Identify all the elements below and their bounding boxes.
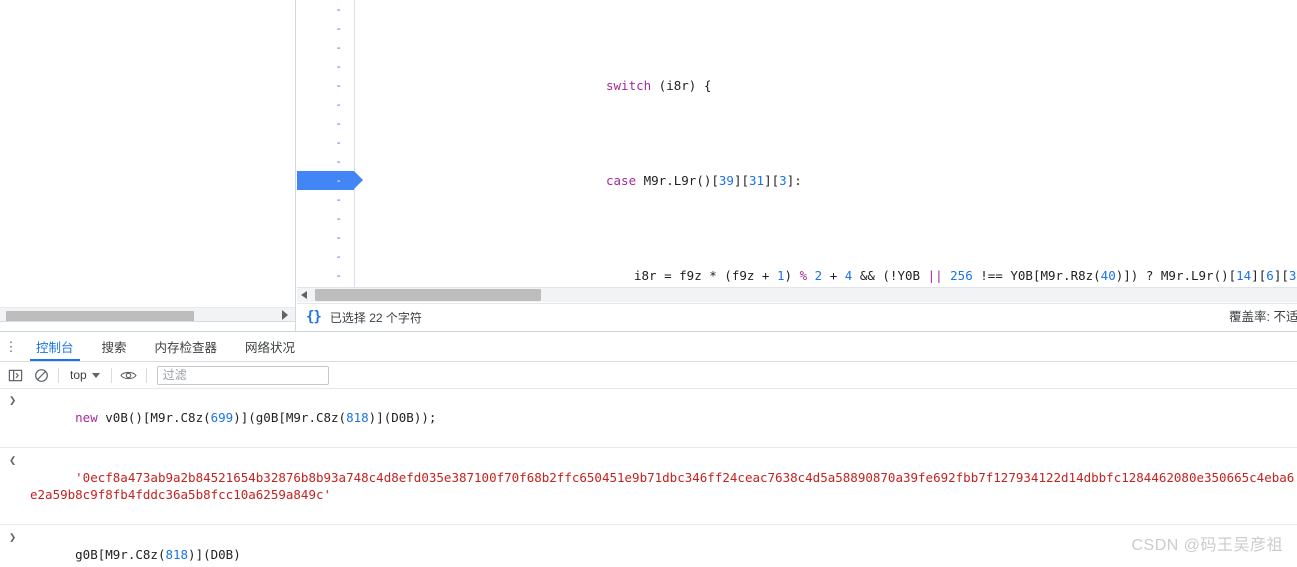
tab-memory-inspector[interactable]: 内存检查器 bbox=[141, 332, 232, 361]
drawer-tab-bar: ⋮ 控制台 搜索 内存检查器 网络状况 bbox=[0, 332, 1297, 362]
gutter-line[interactable]: - bbox=[297, 133, 354, 152]
gutter-line[interactable]: - bbox=[297, 247, 354, 266]
gutter-line[interactable]: - bbox=[297, 76, 354, 95]
line-number-gutter[interactable]: - - - - - - - - - - - - - - - - bbox=[297, 0, 363, 287]
pretty-print-icon[interactable]: {} bbox=[306, 309, 322, 325]
console-output-message[interactable]: ❮ '0ecf8a473ab9a2b84521654b32876b8b93a748… bbox=[0, 448, 1297, 525]
navigator-pane bbox=[0, 0, 296, 331]
gutter-line[interactable]: - bbox=[297, 57, 354, 76]
code-text-area[interactable]: switch (i8r) { case M9r.L9r()[39][31][3]… bbox=[356, 0, 1297, 287]
console-toolbar: top bbox=[0, 362, 1297, 389]
code-line[interactable]: case M9r.L9r()[39][31][3]: bbox=[356, 171, 1297, 190]
tab-search[interactable]: 搜索 bbox=[88, 332, 141, 361]
gutter-line[interactable]: - bbox=[297, 152, 354, 171]
gutter-line[interactable]: - bbox=[297, 228, 354, 247]
more-options-icon[interactable]: ⋮ bbox=[0, 332, 22, 361]
gutter-line-current-execution[interactable]: - bbox=[297, 171, 363, 190]
execution-context-value: top bbox=[70, 368, 87, 382]
gutter-line[interactable]: - bbox=[297, 114, 354, 133]
coverage-status-text: 覆盖率: 不适用 bbox=[1229, 310, 1297, 324]
gutter-line[interactable]: - bbox=[297, 38, 354, 57]
navigator-horizontal-scrollbar[interactable] bbox=[0, 307, 295, 322]
selection-status-text: 已选择 22 个字符 bbox=[329, 310, 422, 325]
code-line[interactable]: i8r = f9z * (f9z + 1) % 2 + 4 && (!Y0B |… bbox=[356, 266, 1297, 285]
tab-console[interactable]: 控制台 bbox=[22, 332, 88, 361]
gutter-line[interactable]: - bbox=[297, 19, 354, 38]
toolbar-divider bbox=[145, 367, 147, 383]
toolbar-divider bbox=[110, 367, 112, 383]
prompt-arrow-icon: ❯ bbox=[9, 393, 17, 407]
gutter-line[interactable]: - bbox=[297, 190, 354, 209]
console-output-text: '0ecf8a473ab9a2b84521654b32876b8b93a748c… bbox=[30, 470, 1295, 502]
navigator-bottom-strip bbox=[0, 321, 295, 331]
gutter-line[interactable]: - bbox=[297, 95, 354, 114]
tab-network-conditions[interactable]: 网络状况 bbox=[231, 332, 309, 361]
chevron-down-icon bbox=[91, 372, 100, 378]
gutter-line[interactable]: - bbox=[297, 266, 354, 285]
toolbar-divider bbox=[58, 367, 59, 383]
gutter-line[interactable]: - bbox=[297, 209, 354, 228]
console-input-message[interactable]: ❯ g0B[M9r.C8z(818)](D0B) bbox=[0, 525, 1297, 567]
editor-scrollbar-thumb[interactable] bbox=[315, 289, 541, 301]
live-expression-eye-icon[interactable] bbox=[116, 362, 142, 388]
console-message-list[interactable]: ❯ new v0B()[M9r.C8z(699)](g0B[M9r.C8z(818… bbox=[0, 388, 1297, 567]
prompt-arrow-icon: ❯ bbox=[9, 530, 17, 544]
editor-horizontal-scrollbar[interactable] bbox=[297, 287, 1297, 302]
devtools-drawer: ⋮ 控制台 搜索 内存检查器 网络状况 top 过滤 ❯ new v0B()[M… bbox=[0, 331, 1297, 567]
execution-context-selector[interactable]: top bbox=[63, 368, 107, 382]
console-sidebar-toggle-icon[interactable] bbox=[2, 362, 28, 388]
gutter-line[interactable]: - bbox=[297, 0, 354, 19]
chevron-left-icon[interactable] bbox=[301, 291, 307, 299]
editor-status-bar: {} 已选择 22 个字符 覆盖率: 不适用 bbox=[297, 303, 1297, 330]
console-filter-input[interactable] bbox=[156, 365, 329, 385]
console-input-message[interactable]: ❯ new v0B()[M9r.C8z(699)](g0B[M9r.C8z(818… bbox=[0, 388, 1297, 448]
code-line[interactable]: switch (i8r) { bbox=[356, 76, 1297, 95]
clear-console-icon[interactable] bbox=[28, 362, 54, 388]
result-arrow-icon: ❮ bbox=[9, 453, 17, 467]
code-editor[interactable]: - - - - - - - - - - - - - - - - switch (… bbox=[297, 0, 1297, 287]
chevron-right-icon[interactable] bbox=[282, 310, 288, 320]
sources-panel: - - - - - - - - - - - - - - - - switch (… bbox=[0, 0, 1297, 331]
